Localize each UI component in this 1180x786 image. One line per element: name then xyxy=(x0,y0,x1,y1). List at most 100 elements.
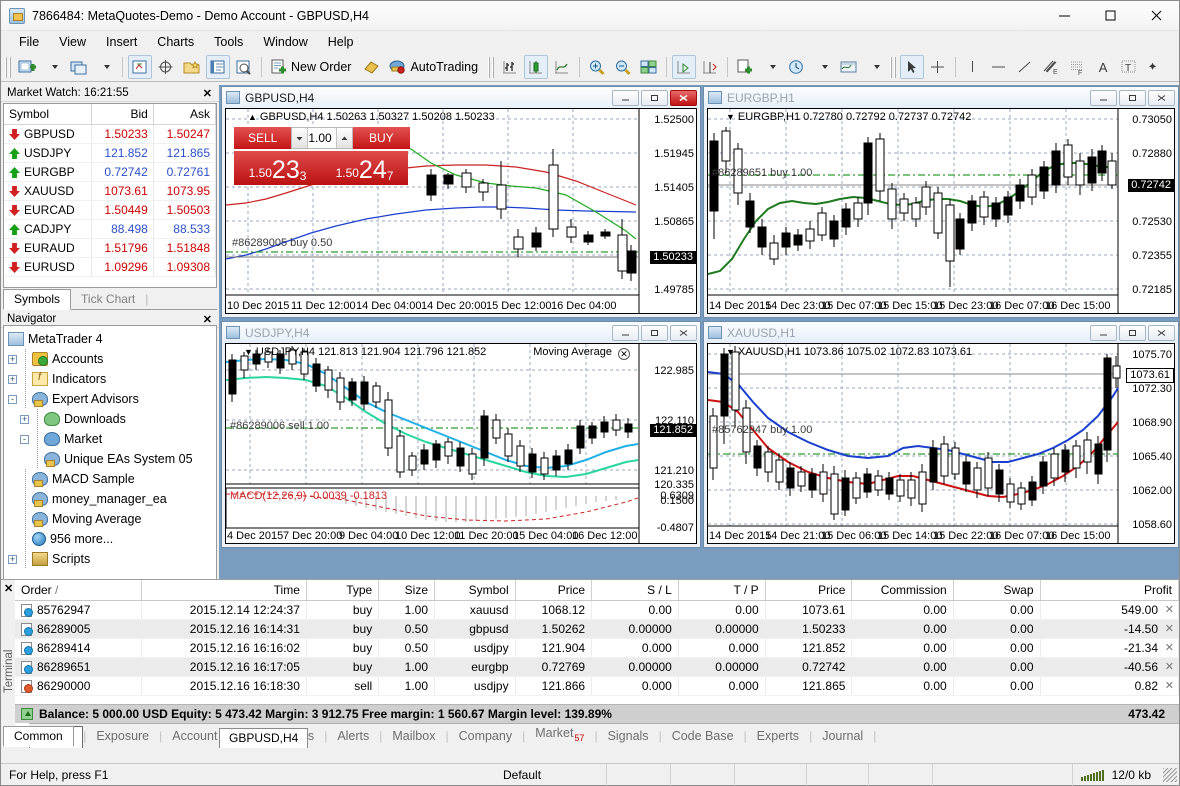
tab-exposure[interactable]: Exposure xyxy=(86,726,159,747)
volume-increment-icon[interactable] xyxy=(335,128,352,148)
table-row[interactable]: CADJPY 88.498 88.533 xyxy=(4,219,217,239)
table-row[interactable]: XAUUSD 1073.61 1073.95 xyxy=(4,181,217,201)
new-chart-button[interactable] xyxy=(15,55,39,79)
candlestick-chart-button[interactable] xyxy=(524,55,549,79)
tree-item-metatrader4[interactable]: MetaTrader 4 xyxy=(8,329,216,349)
tab-company[interactable]: Company xyxy=(449,726,523,747)
tab-signals[interactable]: Signals xyxy=(598,726,659,747)
chart-close-button[interactable] xyxy=(670,324,697,341)
close-order-icon[interactable]: ✕ xyxy=(1165,622,1174,635)
volume-decrement-icon[interactable] xyxy=(292,128,309,148)
market-watch-close-icon[interactable]: ✕ xyxy=(200,87,215,100)
tree-item-unique-eas[interactable]: Unique EAs System 05 xyxy=(8,449,216,469)
navigator-close-icon[interactable]: ✕ xyxy=(200,313,215,326)
chart-titlebar[interactable]: GBPUSD,H4 xyxy=(222,87,700,108)
col-commission[interactable]: Commission xyxy=(851,580,954,601)
vertical-line-button[interactable] xyxy=(961,55,985,79)
maximize-button[interactable] xyxy=(1087,1,1133,31)
chart-canvas[interactable]: ▼ EURGBP,H1 0.72780 0.72792 0.72737 0.727… xyxy=(707,108,1175,314)
chart-close-button[interactable] xyxy=(1148,89,1175,106)
menu-tools[interactable]: Tools xyxy=(204,33,253,51)
tab-mailbox[interactable]: Mailbox xyxy=(382,726,445,747)
shapes-dropdown[interactable] xyxy=(1169,55,1180,79)
col-profit[interactable]: Profit xyxy=(1040,580,1179,601)
toolbar-grip-2[interactable] xyxy=(488,56,496,78)
tree-item-macd-sample[interactable]: MACD Sample xyxy=(8,469,216,489)
chart-tab-gbpusd[interactable]: GBPUSD,H4 xyxy=(219,728,309,748)
close-order-icon[interactable]: ✕ xyxy=(1165,603,1174,616)
menu-insert[interactable]: Insert xyxy=(96,33,147,51)
market-watch-button[interactable] xyxy=(128,55,152,79)
chart-minimize-button[interactable] xyxy=(612,324,639,341)
menu-file[interactable]: File xyxy=(9,33,49,51)
col-tp[interactable]: T / P xyxy=(678,580,766,601)
profiles-button[interactable] xyxy=(67,55,91,79)
chart-close-button[interactable] xyxy=(1148,324,1175,341)
table-row[interactable]: 86290000 2015.12.16 16:18:30 sell 1.00 u… xyxy=(15,676,1179,696)
terminal-close-icon[interactable]: ✕ xyxy=(4,582,13,595)
chart-canvas[interactable]: ▲ GBPUSD,H4 1.50263 1.50327 1.50208 1.502… xyxy=(225,108,697,314)
col-symbol[interactable]: Symbol xyxy=(434,580,516,601)
terminal-button[interactable] xyxy=(206,55,230,79)
menu-charts[interactable]: Charts xyxy=(147,33,204,51)
col-type[interactable]: Type xyxy=(306,580,380,601)
crosshair-button[interactable] xyxy=(926,55,950,79)
expand-icon[interactable]: + xyxy=(8,554,17,564)
tab-market[interactable]: Market57 xyxy=(525,723,594,747)
table-row[interactable]: EURAUD 1.51796 1.51848 xyxy=(4,238,217,258)
chart-titlebar[interactable]: XAUUSD,H1 xyxy=(704,322,1178,343)
auto-scroll-button[interactable] xyxy=(672,55,697,79)
tab-tick-chart[interactable]: Tick Chart xyxy=(71,290,145,309)
table-row[interactable]: EURCAD 1.50449 1.50503 xyxy=(4,200,217,220)
navigator-button[interactable] xyxy=(180,55,204,79)
chart-maximize-button[interactable] xyxy=(641,324,668,341)
indicators-dropdown[interactable] xyxy=(863,55,887,79)
close-order-icon[interactable]: ✕ xyxy=(1165,679,1174,692)
col-ask[interactable]: Ask xyxy=(153,104,217,125)
table-row[interactable]: EURGBP 0.72742 0.72761 xyxy=(4,162,217,182)
chart-minimize-button[interactable] xyxy=(612,89,639,106)
tree-item-more[interactable]: 956 more... xyxy=(8,529,216,549)
menu-window[interactable]: Window xyxy=(253,33,317,51)
volume-stepper[interactable]: 1.00 xyxy=(291,127,353,149)
buy-button[interactable]: BUY xyxy=(352,127,410,149)
sell-button[interactable]: SELL xyxy=(234,127,292,149)
tab-symbols[interactable]: Symbols xyxy=(3,289,72,310)
table-row[interactable]: EURUSD 1.09296 1.09308 xyxy=(4,257,217,277)
chart-window-gbpusd[interactable]: GBPUSD,H4 ▲ GBPUSD,H4 1.50263 1.50327 1.… xyxy=(221,86,701,318)
tree-item-market[interactable]: - Market xyxy=(8,429,216,449)
col-price-current[interactable]: Price xyxy=(765,580,853,601)
chart-window-eurgbp[interactable]: EURGBP,H1 ▼ EURGBP,H1 0.72780 0.72792 0.… xyxy=(703,86,1179,318)
period-button[interactable] xyxy=(785,55,809,79)
chart-canvas[interactable]: ▼ XAUUSD,H1 1073.86 1075.02 1072.83 1073.… xyxy=(707,343,1175,544)
chart-minimize-button[interactable] xyxy=(1090,324,1117,341)
tab-alerts[interactable]: Alerts xyxy=(327,726,379,747)
tab-journal[interactable]: Journal xyxy=(812,726,873,747)
tab-experts[interactable]: Experts xyxy=(747,726,809,747)
table-row[interactable]: USDJPY 121.852 121.865 xyxy=(4,143,217,163)
menu-help[interactable]: Help xyxy=(318,33,364,51)
expand-icon[interactable]: + xyxy=(8,374,17,384)
chart-shift-button[interactable] xyxy=(698,55,722,79)
text-button[interactable]: A xyxy=(1091,55,1115,79)
tree-item-downloads[interactable]: + Downloads xyxy=(8,409,216,429)
chart-maximize-button[interactable] xyxy=(641,89,668,106)
tree-item-scripts[interactable]: + Scripts xyxy=(8,549,216,569)
col-size[interactable]: Size xyxy=(378,580,436,601)
table-row[interactable]: 86289414 2015.12.16 16:16:02 buy 0.50 us… xyxy=(15,638,1179,658)
chart-close-button[interactable] xyxy=(670,89,697,106)
new-order-button[interactable]: New Order xyxy=(267,55,358,79)
chart-maximize-button[interactable] xyxy=(1119,324,1146,341)
tab-common[interactable]: Common xyxy=(3,726,74,747)
profiles-dropdown[interactable] xyxy=(93,55,117,79)
table-row[interactable]: 85762947 2015.12.14 12:24:37 buy 1.00 xa… xyxy=(15,600,1179,620)
tree-item-indicators[interactable]: + Indicators xyxy=(8,369,216,389)
table-row[interactable]: 86289005 2015.12.16 16:14:31 buy 0.50 gb… xyxy=(15,619,1179,639)
toolbar-grip-3[interactable] xyxy=(890,56,898,78)
volume-value[interactable]: 1.00 xyxy=(308,131,335,145)
col-price-open[interactable]: Price xyxy=(515,580,593,601)
connection-status[interactable]: 12/0 kb xyxy=(1073,764,1159,786)
templates-dropdown[interactable] xyxy=(759,55,783,79)
chart-minimize-button[interactable] xyxy=(1090,89,1117,106)
collapse-icon[interactable]: - xyxy=(8,394,17,404)
